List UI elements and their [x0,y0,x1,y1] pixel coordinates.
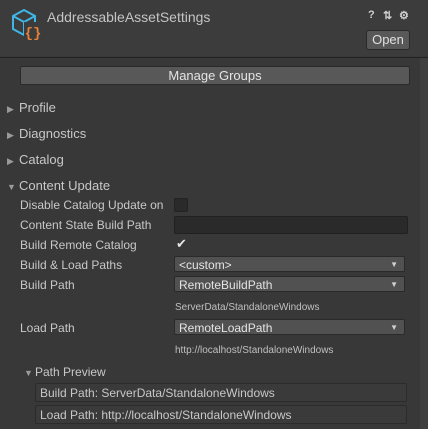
inspector-header: {} AddressableAssetSettings ? ⇅ ⚙ Open [0,0,428,56]
foldout-content-update[interactable]: ▼ Content Update [7,178,110,193]
load-path-dropdown[interactable]: RemoteLoadPath ▼ [174,319,405,335]
scrollbar[interactable] [420,58,428,429]
build-remote-catalog-checkbox[interactable]: ✔ [174,236,188,252]
foldout-profile[interactable]: ▶ Profile [7,100,56,115]
chevron-down-icon: ▼ [390,280,398,289]
manage-groups-button[interactable]: Manage Groups [20,66,410,85]
foldout-catalog[interactable]: ▶ Catalog [7,152,64,167]
checkmark-icon: ✔ [176,236,187,251]
build-load-paths-dropdown[interactable]: <custom> ▼ [174,256,405,272]
chevron-right-icon: ▶ [7,156,14,166]
foldout-label: Path Preview [35,365,106,379]
chevron-down-icon: ▼ [24,368,33,378]
chevron-right-icon: ▶ [7,130,14,140]
load-path-label: Load Path [20,321,75,335]
addressable-asset-settings-icon: {} [12,8,42,41]
foldout-label: Catalog [19,152,64,167]
content-state-build-path-input[interactable] [174,216,408,234]
build-remote-catalog-label: Build Remote Catalog [20,238,137,252]
disable-catalog-update-checkbox[interactable] [174,198,188,212]
dropdown-value: RemoteLoadPath [179,321,273,335]
help-icon[interactable]: ? [368,9,375,21]
foldout-label: Diagnostics [19,126,87,141]
chevron-down-icon: ▼ [390,323,398,332]
foldout-label: Content Update [19,178,111,193]
svg-text:{}: {} [25,26,42,41]
dropdown-value: <custom> [179,258,232,272]
open-button[interactable]: Open [366,30,410,50]
foldout-diagnostics[interactable]: ▶ Diagnostics [7,126,86,141]
chevron-down-icon: ▼ [390,260,398,269]
build-path-dropdown[interactable]: RemoteBuildPath ▼ [174,276,405,292]
load-path-resolved: http://localhost/StandaloneWindows [175,345,334,356]
disable-catalog-update-label: Disable Catalog Update on [20,198,164,212]
load-path-preview-field: Load Path: http://localhost/StandaloneWi… [35,405,407,424]
foldout-path-preview[interactable]: ▼ Path Preview [24,365,106,379]
foldout-label: Profile [19,100,56,115]
content-state-build-path-label: Content State Build Path [20,218,152,232]
build-path-resolved: ServerData/StandaloneWindows [175,302,320,313]
build-load-paths-label: Build & Load Paths [20,258,123,272]
presets-icon[interactable]: ⇅ [383,9,392,22]
build-path-label: Build Path [20,278,75,292]
chevron-right-icon: ▶ [7,104,14,114]
inspector-title: AddressableAssetSettings [47,9,211,25]
gear-icon[interactable]: ⚙ [399,9,409,22]
dropdown-value: RemoteBuildPath [179,278,273,292]
chevron-down-icon: ▼ [7,182,16,192]
build-path-preview-field: Build Path: ServerData/StandaloneWindows [35,383,407,402]
